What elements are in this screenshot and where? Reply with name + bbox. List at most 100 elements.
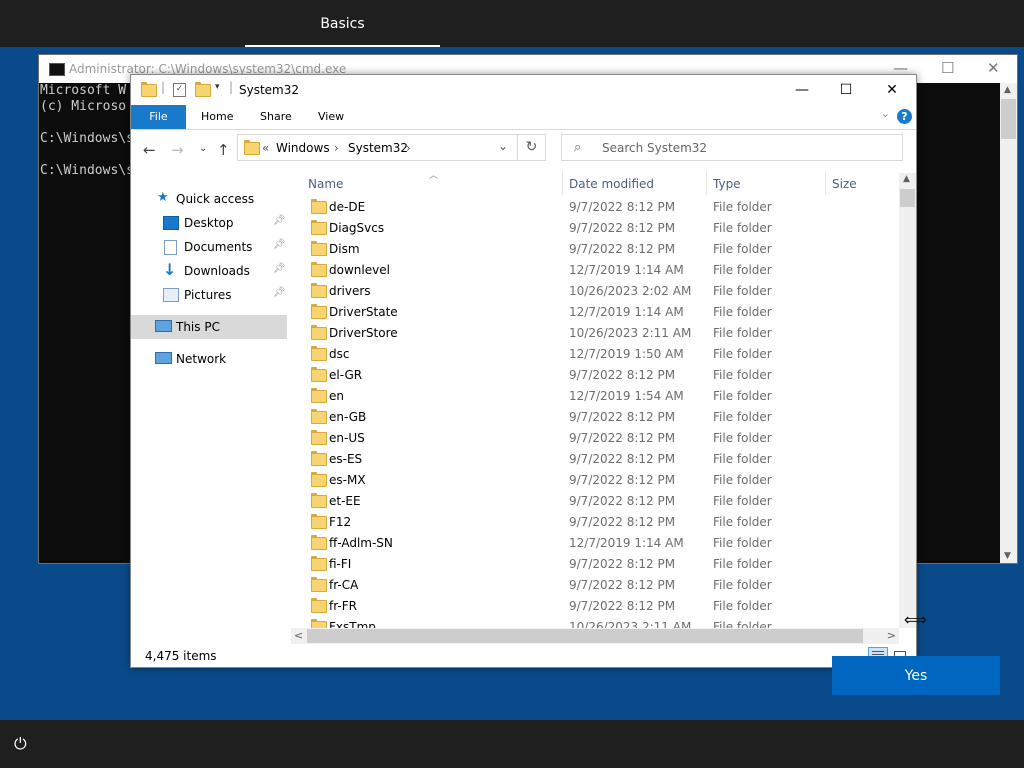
nav-item-this-pc[interactable]: This PC xyxy=(131,315,287,339)
folder-icon xyxy=(311,430,327,445)
power-icon[interactable]: ⏻ xyxy=(14,734,34,754)
column-date-modified[interactable]: Date modified xyxy=(569,177,654,191)
file-type: File folder xyxy=(713,221,772,235)
scroll-up-icon[interactable]: ▲ xyxy=(1004,85,1011,95)
table-row[interactable]: F12 9/7/2022 8:12 PM File folder xyxy=(301,511,899,532)
vertical-scroll-thumb[interactable] xyxy=(900,189,915,207)
table-row[interactable]: fr-CA 9/7/2022 8:12 PM File folder xyxy=(301,574,899,595)
folder-icon xyxy=(311,472,327,487)
file-list-vertical-scrollbar[interactable]: ▲ xyxy=(899,173,916,628)
forward-arrow-icon[interactable]: → xyxy=(171,141,184,159)
table-row[interactable]: de-DE 9/7/2022 8:12 PM File folder xyxy=(301,196,899,217)
table-row[interactable]: et-EE 9/7/2022 8:12 PM File folder xyxy=(301,490,899,511)
maximize-button[interactable]: ☐ xyxy=(823,75,869,105)
folder-icon xyxy=(311,493,327,508)
computer-icon xyxy=(155,320,172,332)
column-divider[interactable] xyxy=(562,171,563,195)
cmd-scroll-thumb[interactable] xyxy=(1001,99,1016,139)
file-list-horizontal-scrollbar[interactable]: < > xyxy=(291,628,899,644)
explorer-window[interactable]: | ✓ ▾ | System32 — ☐ ✕ File Home Share V… xyxy=(130,74,917,668)
tab-basics[interactable]: Basics xyxy=(245,0,440,47)
table-row[interactable]: ff-Adlm-SN 12/7/2019 1:14 AM File folder xyxy=(301,532,899,553)
expand-ribbon-icon[interactable]: ⌄ xyxy=(881,107,890,120)
folder-icon xyxy=(311,241,327,256)
table-row[interactable]: DriverState 12/7/2019 1:14 AM File folder xyxy=(301,301,899,322)
column-size[interactable]: Size xyxy=(832,177,857,191)
tab-file[interactable]: File xyxy=(131,105,186,129)
scroll-up-icon[interactable]: ▲ xyxy=(903,174,910,184)
scroll-right-icon[interactable]: > xyxy=(887,629,896,642)
table-row[interactable]: en-GB 9/7/2022 8:12 PM File folder xyxy=(301,406,899,427)
scroll-down-icon[interactable]: ▼ xyxy=(1004,551,1011,561)
navigation-pane: ★ Quick access Desktop 📌︎ Documents 📌︎ ↓… xyxy=(131,171,289,649)
help-icon[interactable]: ? xyxy=(897,109,912,124)
properties-icon[interactable]: ✓ xyxy=(173,83,186,97)
nav-item-documents[interactable]: Documents 📌︎ xyxy=(131,235,287,259)
folder-icon xyxy=(311,388,327,403)
recent-locations-icon[interactable]: ⌄ xyxy=(199,143,207,154)
breadcrumb-system32[interactable]: System32 xyxy=(348,141,408,155)
new-folder-icon[interactable] xyxy=(195,82,211,97)
yes-button[interactable]: Yes xyxy=(832,656,1000,695)
refresh-button[interactable]: ↻ xyxy=(518,134,546,161)
nav-item-quick-access[interactable]: ★ Quick access xyxy=(131,187,287,211)
explorer-title: System32 xyxy=(239,83,300,97)
table-row[interactable]: Dism 9/7/2022 8:12 PM File folder xyxy=(301,238,899,259)
table-row[interactable]: DiagSvcs 9/7/2022 8:12 PM File folder xyxy=(301,217,899,238)
explorer-title-bar[interactable]: | ✓ ▾ | System32 — ☐ ✕ xyxy=(131,75,916,105)
file-date: 9/7/2022 8:12 PM xyxy=(569,452,676,466)
cmd-close-button[interactable]: ✕ xyxy=(987,59,1000,77)
search-icon: ⌕ xyxy=(574,140,582,155)
scroll-left-icon[interactable]: < xyxy=(294,629,303,642)
table-row[interactable]: FxsTmp 10/26/2023 2:11 AM File folder xyxy=(301,616,899,628)
table-row[interactable]: es-ES 9/7/2022 8:12 PM File folder xyxy=(301,448,899,469)
file-name: FxsTmp xyxy=(329,620,376,628)
cmd-scrollbar[interactable]: ▲ ▼ xyxy=(1000,83,1017,563)
customize-toolbar-icon[interactable]: ▾ xyxy=(215,82,220,92)
table-row[interactable]: fr-FR 9/7/2022 8:12 PM File folder xyxy=(301,595,899,616)
pin-icon[interactable]: 📌︎ xyxy=(273,287,286,298)
table-row[interactable]: es-MX 9/7/2022 8:12 PM File folder xyxy=(301,469,899,490)
breadcrumb-windows[interactable]: Windows xyxy=(276,141,330,155)
table-row[interactable]: en 12/7/2019 1:54 AM File folder xyxy=(301,385,899,406)
column-divider[interactable] xyxy=(706,171,707,195)
column-divider[interactable] xyxy=(825,171,826,195)
minimize-button[interactable]: — xyxy=(779,75,825,105)
search-placeholder: Search System32 xyxy=(602,141,708,155)
nav-label: Quick access xyxy=(176,192,255,206)
address-bar[interactable]: « Windows › System32 › ⌄ xyxy=(237,134,518,161)
nav-item-desktop[interactable]: Desktop 📌︎ xyxy=(131,211,287,235)
pin-icon[interactable]: 📌︎ xyxy=(273,215,286,226)
breadcrumb-separator-icon[interactable]: › xyxy=(406,141,411,155)
breadcrumb-separator-icon[interactable]: › xyxy=(334,141,339,155)
table-row[interactable]: el-GR 9/7/2022 8:12 PM File folder xyxy=(301,364,899,385)
tab-home[interactable]: Home xyxy=(201,105,233,129)
table-row[interactable]: downlevel 12/7/2019 1:14 AM File folder xyxy=(301,259,899,280)
table-row[interactable]: drivers 10/26/2023 2:02 AM File folder xyxy=(301,280,899,301)
folder-icon xyxy=(311,325,327,340)
tab-view[interactable]: View xyxy=(318,105,344,129)
back-arrow-icon[interactable]: ← xyxy=(143,141,156,159)
file-date: 9/7/2022 8:12 PM xyxy=(569,431,676,445)
pin-icon[interactable]: 📌︎ xyxy=(273,239,286,250)
cmd-maximize-button[interactable]: ☐ xyxy=(941,59,954,77)
nav-label: Pictures xyxy=(184,288,232,302)
nav-item-network[interactable]: Network xyxy=(131,347,287,371)
column-type[interactable]: Type xyxy=(713,177,741,191)
up-arrow-icon[interactable]: ↑ xyxy=(217,141,230,159)
nav-item-pictures[interactable]: Pictures 📌︎ xyxy=(131,283,287,307)
search-input[interactable]: ⌕ Search System32 xyxy=(561,134,903,161)
breadcrumb-overflow[interactable]: « xyxy=(262,141,269,155)
close-button[interactable]: ✕ xyxy=(869,75,915,105)
table-row[interactable]: dsc 12/7/2019 1:50 AM File folder xyxy=(301,343,899,364)
pin-icon[interactable]: 📌︎ xyxy=(273,263,286,274)
horizontal-scroll-thumb[interactable] xyxy=(307,629,863,643)
table-row[interactable]: fi-FI 9/7/2022 8:12 PM File folder xyxy=(301,553,899,574)
network-icon xyxy=(155,352,172,364)
nav-item-downloads[interactable]: ↓ Downloads 📌︎ xyxy=(131,259,287,283)
address-dropdown-icon[interactable]: ⌄ xyxy=(498,139,508,153)
column-name[interactable]: Name xyxy=(308,177,343,191)
table-row[interactable]: DriverStore 10/26/2023 2:11 AM File folder xyxy=(301,322,899,343)
table-row[interactable]: en-US 9/7/2022 8:12 PM File folder xyxy=(301,427,899,448)
tab-share[interactable]: Share xyxy=(260,105,292,129)
